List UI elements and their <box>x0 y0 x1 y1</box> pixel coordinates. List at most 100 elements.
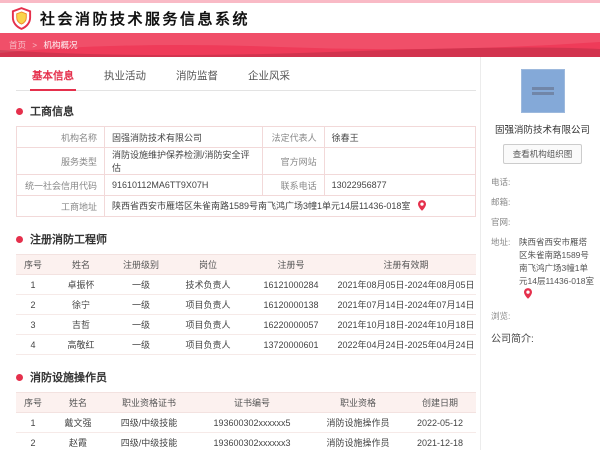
table-cell: 消防设施操作员 <box>312 412 404 433</box>
content-area: 基本信息 执业活动 消防监督 企业风采 工商信息 机构名称 固强消防技术有限公司 法定… <box>0 57 600 450</box>
sidebar-field-address: 地址: 陕西省西安市雁塔区朱雀南路1589号南飞鸿广场3幢1单元14层11436… <box>491 236 594 303</box>
section-business-info: 工商信息 <box>16 103 476 119</box>
breadcrumb-banner: 首页 > 机构概况 <box>0 33 600 57</box>
section-bullet-icon <box>16 235 23 243</box>
table-row: 1 戴文强 四级/中级技能 193600302xxxxxx5 消防设施操作员 2022-0… <box>16 412 476 433</box>
field-value: 消防设施维护保养检测/消防安全评估 <box>103 147 263 175</box>
table-cell: 13720000601 <box>246 334 336 355</box>
section-bullet-icon <box>16 373 23 381</box>
table-cell: 2 <box>16 432 50 450</box>
sidebar-field-website: 官网: <box>491 217 511 227</box>
table-cell: 徐宁 <box>50 294 112 315</box>
table-cell: 16220000057 <box>246 314 336 335</box>
table-row: 4 高敬红 一级 项目负责人 13720000601 2022年04月24日-2025年0… <box>16 334 476 355</box>
business-info-table: 机构名称 固强消防技术有限公司 法定代表人 徐春王 服务类型 消防设施维护保养检… <box>16 126 477 217</box>
table-cell: 项目负责人 <box>170 334 246 355</box>
field-label: 统一社会信用代码 <box>16 174 105 196</box>
table-cell: 卓振怀 <box>50 274 112 295</box>
table-cell: 赵霞 <box>50 432 106 450</box>
table-cell: 项目负责人 <box>170 294 246 315</box>
table-header-row: 序号 姓名 职业资格证书 证书编号 职业资格 创建日期 <box>16 392 476 413</box>
table-cell: 1 <box>16 412 50 433</box>
column-header: 注册号 <box>246 254 336 275</box>
column-header: 姓名 <box>50 392 106 413</box>
table-cell: 2021-12-18 <box>404 432 476 450</box>
location-pin-icon[interactable] <box>417 200 426 213</box>
table-cell: 一级 <box>112 334 170 355</box>
table-row: 2 赵霞 四级/中级技能 193600302xxxxxx3 消防设施操作员 2021-12… <box>16 432 476 450</box>
section-operators: 消防设施操作员 <box>16 369 476 385</box>
table-row: 工商地址 陕西省西安市雁塔区朱雀南路1589号南飞鸿广场3幢1单元14层1143… <box>16 195 477 217</box>
page-title: 社会消防技术服务信息系统 <box>40 10 251 28</box>
column-header: 职业资格 <box>312 392 404 413</box>
field-label: 联系电话 <box>261 174 325 196</box>
table-cell: 2021年07月14日-2024年07月14日 <box>336 294 476 315</box>
column-header: 岗位 <box>170 254 246 275</box>
tab-执业活动[interactable]: 执业活动 <box>102 64 148 90</box>
field-label: 法定代表人 <box>261 126 325 148</box>
section-engineers: 注册消防工程师 <box>16 231 476 247</box>
table-row: 3 吉哲 一级 项目负责人 16220000057 2021年10月18日-2024年10… <box>16 314 476 335</box>
column-header: 注册有效期 <box>336 254 476 275</box>
section-title: 注册消防工程师 <box>30 234 107 246</box>
table-cell: 16120000138 <box>246 294 336 315</box>
tab-基本信息[interactable]: 基本信息 <box>30 64 76 91</box>
company-sidebar: 固强消防技术有限公司 查看机构组织图 电话: 邮箱: 官网: 地址: 陕西省西安… <box>480 57 600 450</box>
sidebar-field-phone: 电话: <box>491 177 511 187</box>
breadcrumb-home-link[interactable]: 首页 <box>9 40 26 50</box>
table-cell: 16121000284 <box>246 274 336 295</box>
table-cell: 2 <box>16 294 50 315</box>
sidebar-field-email: 邮箱: <box>491 197 511 207</box>
field-value: 13022956877 <box>323 174 477 196</box>
column-header: 证书编号 <box>192 392 312 413</box>
table-cell: 戴文强 <box>50 412 106 433</box>
sidebar-company-name: 固强消防技术有限公司 <box>494 125 590 136</box>
field-label: 工商地址 <box>16 195 105 217</box>
column-header: 序号 <box>16 254 50 275</box>
tab-企业风采[interactable]: 企业风采 <box>246 64 292 90</box>
column-header: 创建日期 <box>404 392 476 413</box>
engineers-table: 序号 姓名 注册级别 岗位 注册号 注册有效期 1 卓振怀 一级 技术负责人 1612100028… <box>16 254 476 355</box>
table-cell: 2022-05-12 <box>404 412 476 433</box>
table-cell: 高敬红 <box>50 334 112 355</box>
table-cell: 1 <box>16 274 50 295</box>
table-cell: 2021年10月18日-2024年10月18日 <box>336 314 476 335</box>
table-cell: 一级 <box>112 294 170 315</box>
section-title: 工商信息 <box>30 106 74 118</box>
field-value <box>323 147 477 175</box>
company-profile-label: 公司简介: <box>491 334 534 345</box>
table-cell: 消防设施操作员 <box>312 432 404 450</box>
section-title: 消防设施操作员 <box>30 372 107 384</box>
field-label: 官方网站 <box>261 147 325 175</box>
main-column: 基本信息 执业活动 消防监督 企业风采 工商信息 机构名称 固强消防技术有限公司 法定… <box>0 57 480 450</box>
column-header: 职业资格证书 <box>106 392 192 413</box>
table-row: 2 徐宁 一级 项目负责人 16120000138 2021年07月14日-2024年07… <box>16 294 476 315</box>
sidebar-field-views: 浏览: <box>491 311 511 321</box>
column-header: 序号 <box>16 392 50 413</box>
table-cell: 四级/中级技能 <box>106 412 192 433</box>
table-cell: 吉哲 <box>50 314 112 335</box>
field-value: 徐春王 <box>323 126 477 148</box>
location-pin-icon[interactable] <box>524 288 532 303</box>
table-row: 1 卓振怀 一级 技术负责人 16121000284 2021年08月05日-2024年0… <box>16 274 476 295</box>
table-cell: 一级 <box>112 314 170 335</box>
field-label: 机构名称 <box>16 126 105 148</box>
field-value: 陕西省西安市雁塔区朱雀南路1589号南飞鸿广场3幢1单元14层11436-018… <box>103 195 477 217</box>
table-cell: 193600302xxxxxx5 <box>192 412 312 433</box>
breadcrumb-current: 机构概况 <box>43 40 78 50</box>
column-header: 姓名 <box>50 254 112 275</box>
tab-消防监督[interactable]: 消防监督 <box>174 64 220 90</box>
table-row: 统一社会信用代码 91610112MA6TT9X07H 联系电话 1302295… <box>16 174 477 196</box>
table-cell: 2021年08月05日-2024年08月05日 <box>336 274 476 295</box>
table-row: 机构名称 固强消防技术有限公司 法定代表人 徐春王 <box>16 126 477 148</box>
column-header: 注册级别 <box>112 254 170 275</box>
table-cell: 3 <box>16 314 50 335</box>
operators-table: 序号 姓名 职业资格证书 证书编号 职业资格 创建日期 1 戴文强 四级/中级技能 193600… <box>16 392 476 450</box>
table-header-row: 序号 姓名 注册级别 岗位 注册号 注册有效期 <box>16 254 476 275</box>
table-cell: 技术负责人 <box>170 274 246 295</box>
table-cell: 项目负责人 <box>170 314 246 335</box>
section-bullet-icon <box>16 107 23 115</box>
view-org-chart-button[interactable]: 查看机构组织图 <box>502 144 583 164</box>
table-cell: 四级/中级技能 <box>106 432 192 450</box>
table-row: 服务类型 消防设施维护保养检测/消防安全评估 官方网站 <box>16 147 477 175</box>
